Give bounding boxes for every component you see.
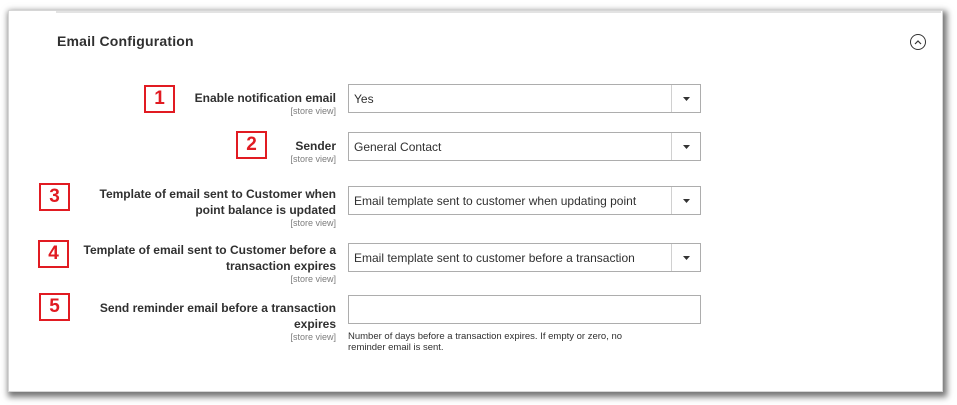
enable-notification-select[interactable]: Yes	[348, 84, 701, 113]
scope-label: [store view]	[290, 218, 336, 228]
caret-down-icon[interactable]	[671, 244, 700, 271]
scope-label: [store view]	[290, 106, 336, 116]
step-badge-3: 3	[39, 183, 70, 211]
field-label-line2: point balance is updated	[195, 203, 336, 217]
step-badge-2: 2	[236, 131, 267, 159]
scope-label: [store view]	[290, 274, 336, 284]
caret-down-icon[interactable]	[671, 187, 700, 214]
caret-down-icon[interactable]	[671, 133, 700, 160]
expiry-template-select[interactable]: Email template sent to customer before a…	[348, 243, 701, 272]
field-label-line1: Send reminder email before a transaction	[99, 301, 336, 315]
step-badge-4: 4	[38, 240, 69, 268]
field-label-wrap: Enable notification email [store view]	[195, 90, 336, 116]
field-label-line1: Template of email sent to Customer when	[99, 187, 336, 201]
point-balance-template-select[interactable]: Email template sent to customer when upd…	[348, 186, 701, 215]
config-panel: Email Configuration 1 Enable notificatio…	[8, 10, 943, 392]
sender-select[interactable]: General Contact	[348, 132, 701, 161]
field-label-wrap: Sender [store view]	[290, 138, 336, 164]
step-badge-5: 5	[39, 293, 70, 321]
scope-label: [store view]	[290, 154, 336, 164]
select-value: Email template sent to customer before a…	[354, 250, 635, 265]
panel-top-divider	[56, 11, 941, 13]
field-label-line2: expires	[293, 317, 336, 331]
select-value: Yes	[354, 91, 374, 106]
field-note-line2: reminder email is sent.	[348, 342, 444, 353]
select-value: General Contact	[354, 139, 442, 154]
field-label-line1: Template of email sent to Customer befor…	[83, 243, 337, 257]
section-title[interactable]: Email Configuration	[57, 33, 194, 49]
chevron-up-circle-icon[interactable]	[910, 34, 926, 50]
reminder-days-input[interactable]	[348, 295, 701, 324]
field-note-line1: Number of days before a transaction expi…	[348, 331, 623, 342]
field-label-wrap: Template of email sent to Customer befor…	[84, 242, 337, 284]
field-label: Enable notification email	[194, 91, 336, 105]
field-label-line2: transaction expires	[225, 259, 336, 273]
caret-down-icon[interactable]	[671, 85, 700, 112]
field-label-wrap: Template of email sent to Customer when …	[100, 186, 336, 228]
step-badge-1: 1	[144, 85, 175, 113]
field-label-wrap: Send reminder email before a transaction…	[100, 300, 336, 342]
select-value: Email template sent to customer when upd…	[354, 193, 637, 208]
field-note: Number of days before a transaction expi…	[348, 331, 688, 353]
scope-label: [store view]	[290, 332, 336, 342]
field-label: Sender	[295, 139, 336, 153]
